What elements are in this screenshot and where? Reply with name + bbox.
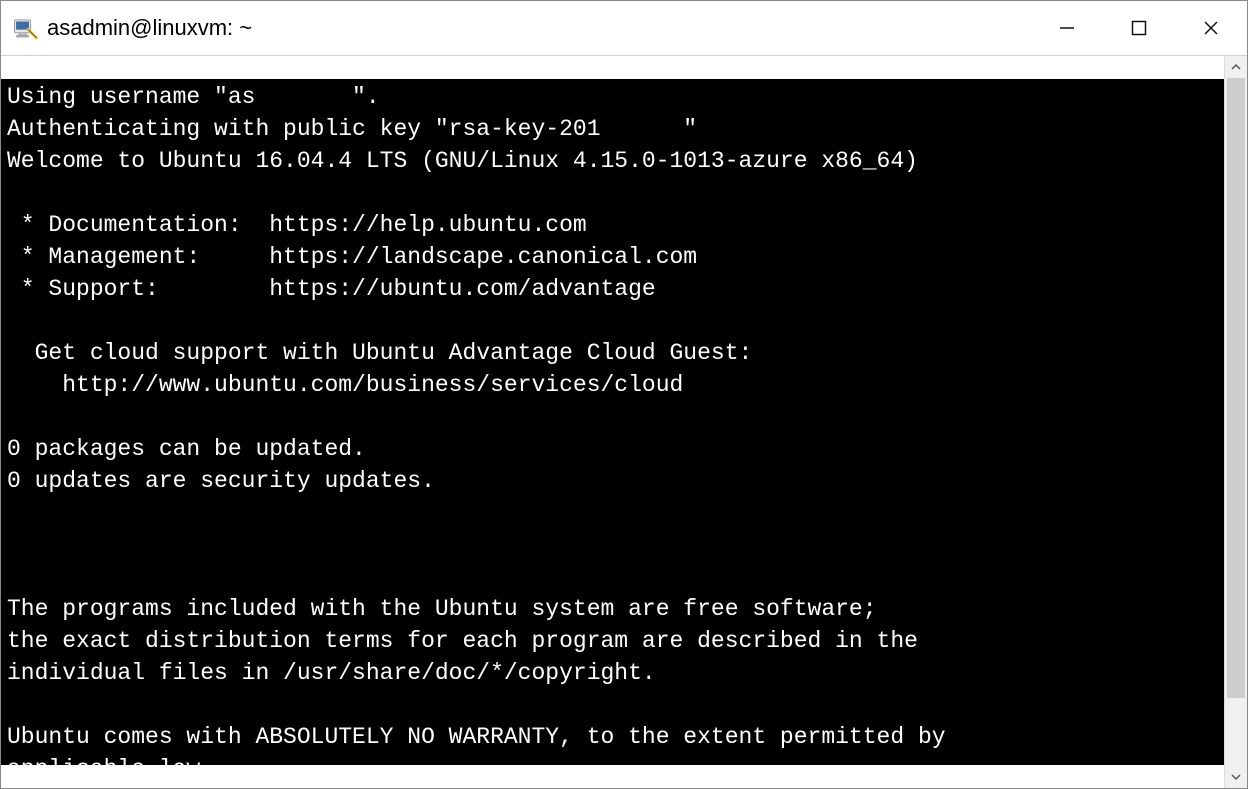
vertical-scrollbar[interactable] — [1224, 56, 1247, 788]
terminal-output[interactable]: Using username "as ". Authenticating wit… — [1, 79, 1224, 765]
putty-window: asadmin@linuxvm: ~ Using username "as ".… — [0, 0, 1248, 789]
putty-icon — [11, 14, 39, 42]
scroll-up-arrow-icon[interactable] — [1225, 56, 1247, 78]
window-title: asadmin@linuxvm: ~ — [47, 15, 252, 41]
scroll-down-arrow-icon[interactable] — [1225, 766, 1247, 788]
client-area: Using username "as ". Authenticating wit… — [1, 56, 1247, 788]
maximize-button[interactable] — [1103, 1, 1175, 55]
minimize-button[interactable] — [1031, 1, 1103, 55]
titlebar[interactable]: asadmin@linuxvm: ~ — [1, 1, 1247, 56]
scroll-thumb[interactable] — [1227, 78, 1245, 698]
close-button[interactable] — [1175, 1, 1247, 55]
